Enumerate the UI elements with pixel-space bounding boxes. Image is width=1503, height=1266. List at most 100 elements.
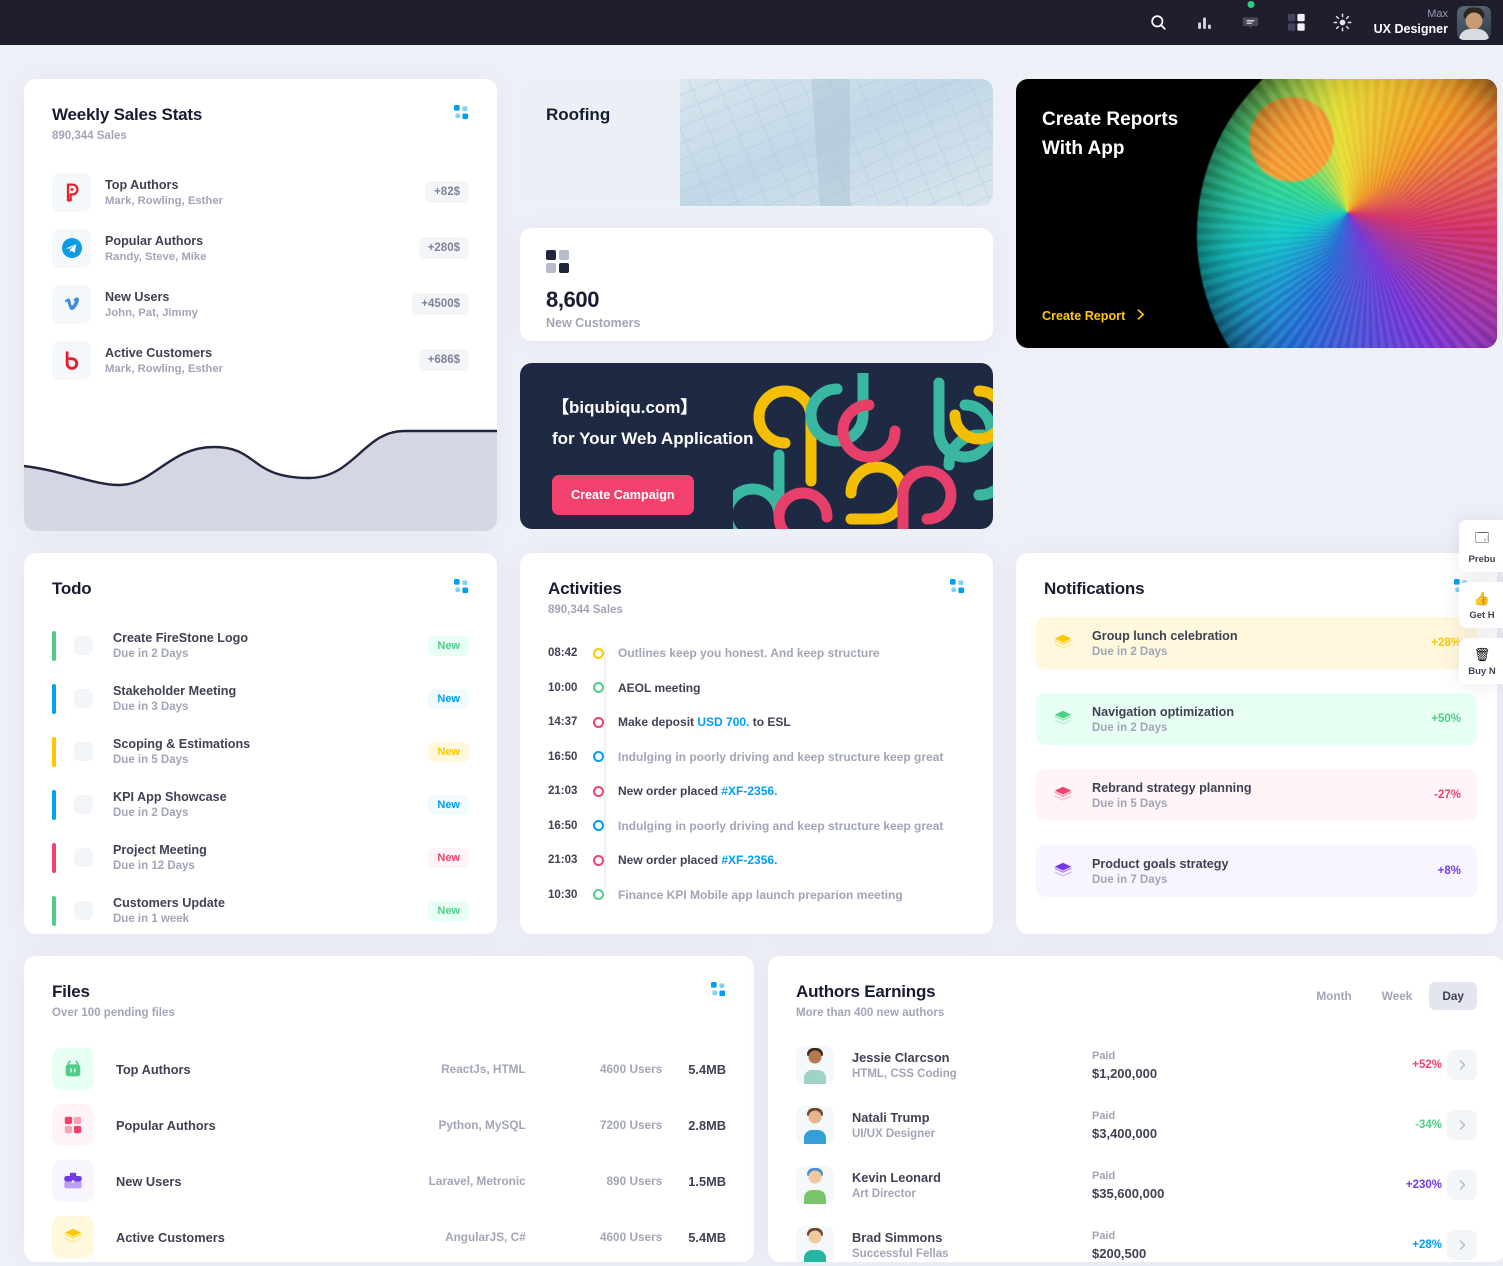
list-item[interactable]: Active Customers Mark, Rowling, Esther +… xyxy=(52,332,469,388)
priority-bar xyxy=(52,736,56,767)
todo-item[interactable]: Stakeholder Meeting Due in 3 Days New xyxy=(52,672,469,725)
todo-checkbox[interactable] xyxy=(74,795,93,814)
todo-card: Todo Create FireStone Logo Due in 2 Days… xyxy=(24,553,497,934)
list-item[interactable]: Popular Authors Randy, Steve, Mike +280$ xyxy=(52,220,469,276)
roofing-card[interactable]: Roofing xyxy=(520,79,993,206)
activity-text: AEOL meeting xyxy=(618,680,701,695)
list-item[interactable]: New Users John, Pat, Jimmy +4500$ xyxy=(52,276,469,332)
layers-icon xyxy=(1052,860,1078,882)
todo-item-title: Scoping & Estimations xyxy=(113,737,251,751)
file-users: 890 Users xyxy=(606,1174,663,1188)
activity-link[interactable]: USD 700. xyxy=(697,715,749,729)
chevron-right-icon[interactable] xyxy=(1447,1110,1477,1140)
status-badge: New xyxy=(428,900,469,921)
notification-title: Group lunch celebration xyxy=(1092,628,1238,643)
file-size: 5.4MB xyxy=(688,1229,726,1245)
activity-text: Indulging in poorly driving and keep str… xyxy=(618,749,944,764)
notification-dot xyxy=(1247,0,1255,8)
table-row[interactable]: Popular Authors Python, MySQL 7200 Users… xyxy=(52,1097,726,1153)
notifications-header: Notifications xyxy=(1016,553,1497,599)
file-tech: AngularJS, C# xyxy=(445,1230,526,1244)
table-row[interactable]: Top Authors ReactJs, HTML 4600 Users 5.4… xyxy=(52,1041,726,1097)
apps-grid-icon[interactable] xyxy=(1282,8,1312,38)
author-paid: Paid $200,500 xyxy=(1092,1230,1322,1261)
get-help-button[interactable]: 👍 Get H xyxy=(1459,582,1503,628)
create-campaign-button[interactable]: Create Campaign xyxy=(552,475,694,515)
user-profile-button[interactable]: Max UX Designer xyxy=(1374,5,1491,40)
tab-week[interactable]: Week xyxy=(1369,982,1426,1010)
menu-dots-icon[interactable] xyxy=(454,579,469,599)
dashboard-page: Weekly Sales Stats 890,344 Sales Top Aut… xyxy=(0,45,1503,1262)
author-percent: +230% xyxy=(1405,1179,1442,1191)
todo-item-title: KPI App Showcase xyxy=(113,790,227,804)
file-tech: ReactJs, HTML xyxy=(441,1062,526,1076)
create-reports-line-1: Create Reports xyxy=(1042,109,1179,130)
create-report-link[interactable]: Create Report xyxy=(1042,308,1147,324)
author-text: Kevin Leonard Art Director xyxy=(852,1170,1092,1200)
avatar[interactable] xyxy=(1457,5,1491,40)
notification-percent: -27% xyxy=(1434,789,1461,801)
tab-day[interactable]: Day xyxy=(1429,982,1477,1010)
menu-dots-icon[interactable] xyxy=(950,579,965,599)
notifications-title: Notifications xyxy=(1044,579,1145,598)
notification-item[interactable]: Group lunch celebration Due in 2 Days +2… xyxy=(1036,617,1477,669)
todo-item[interactable]: KPI App Showcase Due in 2 Days New xyxy=(52,778,469,831)
file-size: 5.4MB xyxy=(688,1061,726,1077)
get-help-label: Get H xyxy=(1469,610,1495,621)
column-left: Weekly Sales Stats 890,344 Sales Top Aut… xyxy=(24,79,497,531)
files-title: Files xyxy=(52,982,90,1001)
timeline-dot-icon xyxy=(593,889,604,901)
file-tech: Laravel, Metronic xyxy=(428,1174,526,1188)
activity-time: 08:42 xyxy=(548,647,578,660)
brightness-sun-icon[interactable] xyxy=(1328,8,1358,38)
grid-icon xyxy=(52,1104,94,1146)
todo-checkbox[interactable] xyxy=(74,742,93,761)
chevron-right-icon[interactable] xyxy=(1447,1050,1477,1080)
todo-item-text: Customers Update Due in 1 week xyxy=(113,896,428,925)
chevron-right-icon[interactable] xyxy=(1447,1230,1477,1260)
notification-item[interactable]: Product goals strategy Due in 7 Days +8% xyxy=(1036,845,1477,897)
author-percent: +28% xyxy=(1412,1239,1442,1251)
table-row[interactable]: Brad Simmons Successful Fellas Paid $200… xyxy=(796,1215,1477,1262)
activity-link[interactable]: #XF-2356. xyxy=(721,784,777,798)
menu-dots-icon[interactable] xyxy=(454,105,469,125)
list-item-subtitle: Randy, Steve, Mike xyxy=(105,250,207,263)
table-row[interactable]: Active Customers AngularJS, C# 4600 User… xyxy=(52,1209,726,1262)
todo-checkbox[interactable] xyxy=(74,901,93,920)
prebuilt-button[interactable]: 🗔 Prebu xyxy=(1459,520,1503,572)
todo-item[interactable]: Project Meeting Due in 12 Days New xyxy=(52,831,469,884)
table-row[interactable]: Natali Trump UI/UX Designer Paid $3,400,… xyxy=(796,1095,1477,1155)
todo-item[interactable]: Scoping & Estimations Due in 5 Days New xyxy=(52,725,469,778)
activity-link[interactable]: #XF-2356. xyxy=(721,853,777,867)
bubble-shadow xyxy=(1197,79,1497,348)
notification-title: Navigation optimization xyxy=(1092,704,1235,719)
todo-checkbox[interactable] xyxy=(74,689,93,708)
sales-trend-chart xyxy=(24,403,497,531)
search-icon[interactable] xyxy=(1144,8,1174,38)
file-size: 1.5MB xyxy=(688,1173,726,1189)
list-item[interactable]: Top Authors Mark, Rowling, Esther +82$ xyxy=(52,164,469,220)
bar-chart-icon[interactable] xyxy=(1190,8,1220,38)
tab-month[interactable]: Month xyxy=(1303,982,1364,1010)
author-percent: +52% xyxy=(1412,1059,1442,1071)
chat-bubble-icon[interactable] xyxy=(1236,0,1266,38)
notification-item[interactable]: Navigation optimization Due in 2 Days +5… xyxy=(1036,693,1477,745)
period-tab-group: Month Week Day xyxy=(1303,982,1477,1010)
todo-item[interactable]: Create FireStone Logo Due in 2 Days New xyxy=(52,619,469,672)
menu-dots-icon[interactable] xyxy=(711,982,726,1002)
todo-checkbox[interactable] xyxy=(74,636,93,655)
todo-item[interactable]: Customers Update Due in 1 week New xyxy=(52,884,469,937)
activities-titles: Activities 890,344 Sales xyxy=(548,579,623,616)
chevron-right-icon[interactable] xyxy=(1447,1170,1477,1200)
todo-checkbox[interactable] xyxy=(74,848,93,867)
notification-item[interactable]: Rebrand strategy planning Due in 5 Days … xyxy=(1036,769,1477,821)
buy-now-button[interactable]: 🗑 Buy N xyxy=(1459,638,1503,684)
user-name: Max xyxy=(1427,7,1448,20)
table-row[interactable]: New Users Laravel, Metronic 890 Users 1.… xyxy=(52,1153,726,1209)
activity-time: 21:03 xyxy=(548,854,578,867)
activity-text: Make deposit USD 700. to ESL xyxy=(618,715,791,730)
table-row[interactable]: Jessie Clarcson HTML, CSS Coding Paid $1… xyxy=(796,1035,1477,1095)
activity-text: Indulging in poorly driving and keep str… xyxy=(618,818,944,833)
activities-card: Activities 890,344 Sales 08:42 Outlines … xyxy=(520,553,993,934)
table-row[interactable]: Kevin Leonard Art Director Paid $35,600,… xyxy=(796,1155,1477,1215)
